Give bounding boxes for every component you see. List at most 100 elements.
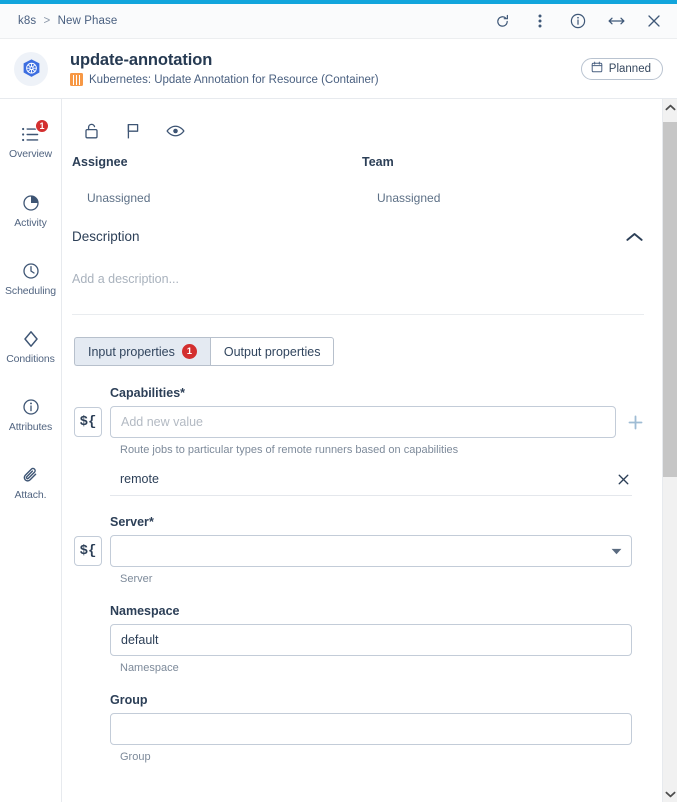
description-header: Description [62, 205, 662, 244]
capabilities-help: Route jobs to particular types of remote… [120, 444, 459, 456]
refresh-icon[interactable] [493, 12, 511, 30]
clock-icon [22, 262, 40, 280]
field-label-text: Group [110, 693, 148, 707]
body: 1 Overview Activity Scheduling Condition… [0, 99, 677, 802]
namespace-help: Namespace [120, 662, 179, 674]
tab-input-properties[interactable]: Input properties 1 [74, 337, 210, 366]
field-label: Namespace [110, 604, 632, 618]
team-field: Team Unassigned [352, 155, 642, 205]
field-label-text: Namespace [110, 604, 180, 618]
plugin-icon [70, 73, 83, 87]
scroll-down-button[interactable] [663, 786, 677, 802]
window-actions [493, 12, 663, 30]
group-help: Group [120, 751, 151, 763]
tab-output-properties[interactable]: Output properties [209, 337, 335, 366]
sidebar-item-label: Attach. [14, 488, 47, 501]
close-icon[interactable] [645, 12, 663, 30]
content-toolbar [62, 99, 662, 147]
field-group: Group Group [62, 693, 662, 763]
sidebar-item-label: Scheduling [5, 284, 56, 297]
required-marker: * [180, 386, 186, 400]
scrollbar-track[interactable] [662, 115, 677, 786]
team-value[interactable]: Unassigned [362, 191, 642, 205]
scrollbar-thumb[interactable] [662, 122, 677, 477]
field-label: Server* [110, 515, 632, 529]
breadcrumb-current[interactable]: New Phase [58, 15, 118, 27]
diamond-icon [23, 330, 39, 348]
eye-icon[interactable] [166, 124, 185, 138]
page-subtitle: Kubernetes: Update Annotation for Resour… [89, 73, 379, 86]
group-input-row [110, 713, 632, 745]
status-badge-label: Planned [608, 62, 651, 75]
team-label: Team [362, 155, 394, 169]
sidebar-item-attributes[interactable]: Attributes [0, 381, 61, 449]
sidebar-item-label: Overview [9, 148, 52, 160]
sidebar: 1 Overview Activity Scheduling Condition… [0, 99, 62, 802]
main-region: Assignee Unassigned Team Unassigned Desc… [62, 99, 677, 802]
info-circle-icon [22, 398, 40, 416]
plus-icon[interactable] [624, 411, 646, 433]
assignee-label: Assignee [72, 155, 128, 169]
required-marker: * [148, 515, 154, 529]
scroll-up-button[interactable] [663, 99, 677, 115]
properties-tabs: Input properties 1 Output properties [62, 315, 662, 366]
details-row: Assignee Unassigned Team Unassigned [62, 147, 662, 205]
main-content: Assignee Unassigned Team Unassigned Desc… [62, 99, 662, 802]
overview-badge: 1 [35, 119, 49, 133]
tab-label: Input properties [88, 344, 175, 359]
breadcrumb-root[interactable]: k8s [18, 15, 36, 27]
assignee-field: Assignee Unassigned [62, 155, 352, 205]
description-title: Description [72, 229, 140, 244]
variable-button[interactable]: ${ [74, 407, 102, 437]
description-placeholder[interactable]: Add a description... [62, 244, 662, 286]
sidebar-item-conditions[interactable]: Conditions [0, 313, 61, 381]
server-help: Server [120, 573, 153, 585]
field-label-text: Server [110, 515, 149, 529]
field-namespace: Namespace Namespace [62, 604, 662, 674]
variable-button[interactable]: ${ [74, 536, 102, 566]
field-capabilities: Capabilities* ${ Route jobs to particula… [62, 386, 662, 496]
breadcrumb: k8s > New Phase [18, 15, 117, 27]
resize-horizontal-icon[interactable] [607, 12, 625, 30]
sidebar-item-label: Attributes [8, 420, 53, 433]
sidebar-item-label: Activity [14, 216, 47, 229]
unlock-icon[interactable] [83, 122, 100, 140]
tab-label: Output properties [223, 344, 321, 359]
sidebar-item-scheduling[interactable]: Scheduling [0, 245, 61, 313]
paperclip-icon [22, 466, 40, 484]
status-badge[interactable]: Planned [580, 57, 663, 80]
capabilities-input[interactable] [110, 406, 616, 438]
server-select[interactable] [110, 535, 632, 567]
field-label-text: Capabilities [110, 386, 181, 400]
namespace-input-row [110, 624, 632, 656]
tab-badge: 1 [181, 344, 197, 359]
vertical-scrollbar[interactable] [662, 99, 677, 802]
namespace-input[interactable] [110, 624, 632, 656]
field-server: Server* ${ Server [62, 515, 662, 585]
capabilities-value-row: remote [110, 472, 632, 496]
page-title: update-annotation [70, 50, 213, 69]
page-header: update-annotation Kubernetes: Update Ann… [0, 39, 677, 99]
info-icon[interactable] [569, 12, 587, 30]
sidebar-item-activity[interactable]: Activity [0, 177, 61, 245]
flag-icon[interactable] [125, 122, 141, 140]
assignee-value[interactable]: Unassigned [72, 191, 352, 205]
chevron-up-icon[interactable] [625, 231, 644, 243]
window-title-bar: k8s > New Phase [0, 4, 677, 39]
capabilities-input-row: ${ [74, 406, 642, 438]
server-input-row: ${ [74, 535, 632, 567]
breadcrumb-separator: > [43, 15, 51, 27]
capabilities-value: remote [120, 472, 159, 486]
sidebar-item-attachments[interactable]: Attach. [0, 449, 61, 517]
group-input[interactable] [110, 713, 632, 745]
kubernetes-logo [14, 51, 48, 86]
list-icon: 1 [21, 119, 49, 143]
close-icon[interactable] [617, 473, 630, 486]
sidebar-item-overview[interactable]: 1 Overview [0, 109, 61, 177]
server-select-wrap [110, 535, 632, 567]
field-label: Capabilities* [110, 386, 632, 400]
more-vertical-icon[interactable] [531, 12, 549, 30]
